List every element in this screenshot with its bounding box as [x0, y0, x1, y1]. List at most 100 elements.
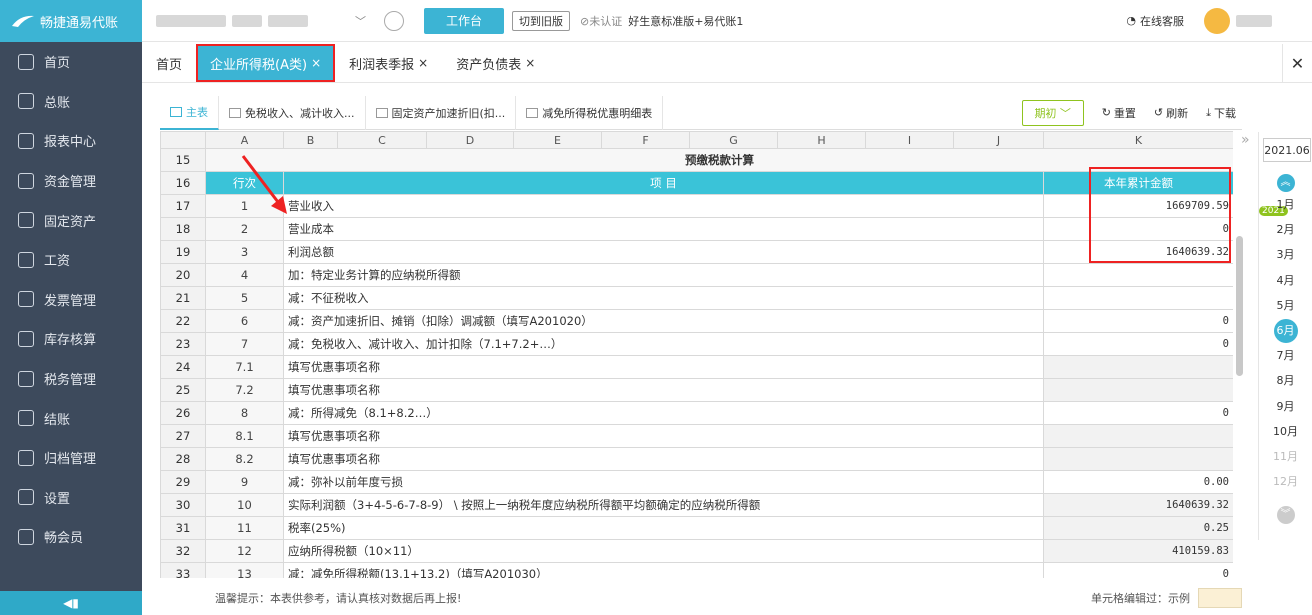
- row-number: 31: [160, 516, 206, 540]
- column-header[interactable]: E: [513, 131, 602, 149]
- logo[interactable]: 畅捷通易代账: [0, 0, 142, 42]
- amount-cell[interactable]: 410159.83: [1043, 539, 1233, 563]
- month-item[interactable]: 1月: [1259, 192, 1312, 217]
- month-item[interactable]: 4月: [1259, 268, 1312, 293]
- tab[interactable]: 企业所得税(A类) ×: [196, 44, 336, 82]
- avatar[interactable]: [1204, 7, 1230, 34]
- username-redacted[interactable]: [1236, 14, 1272, 27]
- month-scroll-up-icon[interactable]: ︽: [1276, 174, 1295, 192]
- current-period[interactable]: 2021.06: [1263, 138, 1311, 162]
- amount-cell[interactable]: [1043, 378, 1233, 402]
- sidebar-item[interactable]: 总账: [0, 82, 142, 122]
- line-number: 8: [205, 401, 284, 425]
- line-number: 8.1: [205, 424, 284, 448]
- amount-cell[interactable]: 0.25: [1043, 516, 1233, 540]
- line-number: 7.2: [205, 378, 284, 402]
- sidebar-item[interactable]: 报表中心: [0, 121, 142, 161]
- salary-icon: [18, 251, 34, 268]
- column-header[interactable]: H: [777, 131, 866, 149]
- sidebar-item[interactable]: 归档管理: [0, 438, 142, 478]
- workbench-button[interactable]: 工作台: [424, 7, 504, 34]
- tab[interactable]: 利润表季报 ×: [335, 44, 442, 82]
- amount-cell[interactable]: 0.00: [1043, 470, 1233, 494]
- sidebar-item[interactable]: 资金管理: [0, 161, 142, 201]
- subtab[interactable]: 主表: [160, 95, 219, 130]
- amount-cell[interactable]: [1043, 286, 1233, 310]
- amount-cell[interactable]: [1043, 263, 1233, 287]
- corner-cell: [160, 131, 206, 149]
- item-cell: 减：不征税收入: [283, 286, 1044, 310]
- subtab[interactable]: 减免所得税优惠明细表: [516, 95, 664, 130]
- column-header[interactable]: A: [205, 131, 284, 149]
- item-cell: 减：免税收入、减计收入、加计扣除（7.1+7.2+…）: [283, 332, 1044, 356]
- month-item[interactable]: 7月: [1259, 343, 1312, 368]
- sidebar-item[interactable]: 库存核算: [0, 319, 142, 359]
- month-label: 5月: [1276, 298, 1295, 312]
- column-header[interactable]: G: [689, 131, 778, 149]
- sidebar-collapse-button[interactable]: ◀▮: [0, 591, 142, 615]
- sidebar-item[interactable]: 发票管理: [0, 280, 142, 320]
- close-icon[interactable]: ×: [418, 56, 428, 70]
- subtab[interactable]: 固定资产加速折旧(扣...: [366, 95, 517, 130]
- close-icon[interactable]: ×: [525, 56, 535, 70]
- table-row: 24 7.1 填写优惠事项名称: [160, 355, 1233, 379]
- table-row: 30 10 实际利润额（3+4-5-6-7-8-9） \ 按照上一纳税年度应纳税所得…: [160, 493, 1233, 517]
- vertical-scrollbar[interactable]: [1236, 236, 1243, 376]
- sidebar-item-label: 归档管理: [44, 452, 97, 468]
- month-item[interactable]: 8月: [1259, 368, 1312, 393]
- sidebar-item[interactable]: 税务管理: [0, 359, 142, 399]
- subtab-label: 免税收入、减计收入...: [245, 106, 355, 120]
- amount-cell[interactable]: 0: [1043, 309, 1233, 333]
- amount-cell[interactable]: 1640639.32: [1043, 493, 1233, 517]
- subtab[interactable]: 免税收入、减计收入...: [219, 95, 366, 130]
- sidebar-item[interactable]: 设置: [0, 478, 142, 518]
- month-item[interactable]: 5月: [1259, 293, 1312, 318]
- close-all-tabs-icon[interactable]: ✕: [1282, 44, 1312, 82]
- month-item[interactable]: 2月: [1259, 217, 1312, 242]
- column-header[interactable]: B: [283, 131, 338, 149]
- reset-label: 重置: [1113, 106, 1136, 120]
- table-row: 19 3 利润总额 1640639.32: [160, 240, 1233, 264]
- month-scroll-down-icon[interactable]: ︾: [1276, 506, 1295, 525]
- month-item: 11月: [1259, 444, 1312, 469]
- sheet-toolbar: 主表 免税收入、减计收入... 固定资产加速折旧(扣... 减免所得税优惠明细表 期初…: [160, 95, 1242, 130]
- refresh-button[interactable]: ↺ 刷新: [1154, 105, 1188, 121]
- column-header[interactable]: J: [953, 131, 1044, 149]
- sidebar-item[interactable]: 工资: [0, 240, 142, 280]
- column-header[interactable]: D: [426, 131, 514, 149]
- close-icon[interactable]: ×: [311, 56, 321, 70]
- tab[interactable]: 首页: [142, 44, 196, 82]
- column-header[interactable]: C: [337, 131, 427, 149]
- sidebar-item[interactable]: 固定资产: [0, 200, 142, 240]
- month-item[interactable]: 6月: [1259, 318, 1312, 343]
- download-button[interactable]: ⤓ 下载: [1206, 105, 1236, 121]
- uncertified-badge[interactable]: ⊘未认证: [580, 13, 622, 29]
- amount-cell[interactable]: [1043, 447, 1233, 471]
- item-cell: 实际利润额（3+4-5-6-7-8-9） \ 按照上一纳税年度应纳税所得额平均额…: [283, 493, 1044, 517]
- sidebar-item[interactable]: 结账: [0, 398, 142, 438]
- reset-button[interactable]: ↻ 重置: [1102, 105, 1136, 121]
- column-header[interactable]: F: [601, 131, 690, 149]
- expand-panel-icon[interactable]: »: [1241, 132, 1257, 152]
- amount-cell[interactable]: [1043, 424, 1233, 448]
- month-item[interactable]: 10月: [1259, 419, 1312, 444]
- table-row: 22 6 减：资产加速折旧、摊销（扣除）调减额（填写A201020） 0: [160, 309, 1233, 333]
- tab[interactable]: 资产负债表 ×: [442, 44, 549, 82]
- month-item[interactable]: 9月: [1259, 394, 1312, 419]
- sidebar-item[interactable]: 首页: [0, 42, 142, 82]
- old-version-button[interactable]: 切到旧版: [512, 10, 570, 31]
- item-cell: 减：资产加速折旧、摊销（扣除）调减额（填写A201020）: [283, 309, 1044, 333]
- period-dropdown[interactable]: 期初 ﹀: [1021, 99, 1084, 126]
- column-header[interactable]: K: [1043, 131, 1233, 149]
- amount-cell[interactable]: [1043, 355, 1233, 379]
- amount-cell[interactable]: 0: [1043, 332, 1233, 356]
- online-service-button[interactable]: ◔ 在线客服: [1126, 13, 1184, 29]
- amount-cell[interactable]: 0: [1043, 401, 1233, 425]
- company-select[interactable]: ﹀: [156, 9, 366, 33]
- item-cell: 填写优惠事项名称: [283, 447, 1044, 471]
- sidebar-item[interactable]: 畅会员: [0, 517, 142, 557]
- column-header[interactable]: I: [865, 131, 954, 149]
- month-item[interactable]: 3月: [1259, 242, 1312, 267]
- calculator-icon[interactable]: [384, 10, 404, 31]
- amount-cell[interactable]: 0: [1043, 562, 1233, 578]
